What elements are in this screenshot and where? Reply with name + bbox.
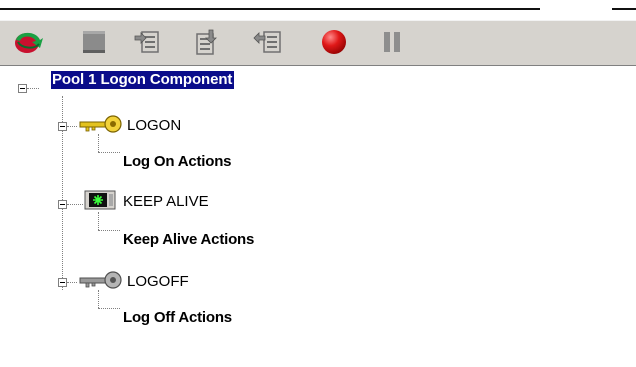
logoff-collapse-toggle[interactable] — [58, 278, 67, 287]
root-collapse-toggle[interactable] — [18, 84, 27, 93]
refresh-green-arrow-icon — [15, 32, 43, 53]
step-icon-3 — [253, 31, 281, 53]
step-button-1[interactable] — [132, 25, 164, 59]
tree-leaf-keep-alive-actions[interactable]: Keep Alive Actions — [123, 231, 254, 248]
tree-connector — [98, 212, 99, 230]
tree-connector — [98, 230, 120, 231]
tree-leaf-log-off-actions[interactable]: Log Off Actions — [123, 309, 232, 326]
tree-root-label[interactable]: Pool 1 Logon Component — [51, 71, 235, 89]
window-top-gap — [540, 6, 612, 12]
tree-connector — [67, 126, 77, 127]
step-button-3[interactable] — [252, 25, 284, 59]
monitor-green-icon — [84, 190, 116, 210]
step-button-2[interactable] — [192, 25, 224, 59]
key-yellow-icon — [79, 115, 122, 133]
key-gray-icon — [79, 271, 122, 289]
keep-alive-collapse-toggle[interactable] — [58, 200, 67, 209]
tree-connector — [98, 290, 99, 308]
tree-connector — [67, 204, 83, 205]
record-button[interactable] — [318, 25, 350, 59]
pause-button[interactable] — [376, 25, 408, 59]
step-icon-1 — [134, 31, 159, 53]
tree-connector — [98, 152, 120, 153]
tree-node-keep-alive[interactable]: KEEP ALIVE — [123, 193, 209, 210]
logon-collapse-toggle[interactable] — [58, 122, 67, 131]
step-icon-2 — [196, 29, 217, 55]
tree-node-logon[interactable]: LOGON — [127, 117, 181, 134]
tree-connector — [67, 282, 77, 283]
tree-node-logoff[interactable]: LOGOFF — [127, 273, 189, 290]
stop-square-icon — [83, 31, 105, 53]
tree-leaf-log-on-actions[interactable]: Log On Actions — [123, 153, 232, 170]
component-tree: Pool 1 Logon Component LOGON Log On Acti… — [0, 66, 636, 367]
tree-connector — [98, 134, 99, 152]
tree-connector — [27, 88, 39, 89]
tree-connector — [98, 308, 120, 309]
stop-button[interactable] — [78, 25, 110, 59]
refresh-button[interactable] — [12, 25, 44, 59]
toolbar — [0, 20, 636, 66]
record-red-circle-icon — [322, 30, 346, 54]
pause-icon — [384, 32, 400, 52]
